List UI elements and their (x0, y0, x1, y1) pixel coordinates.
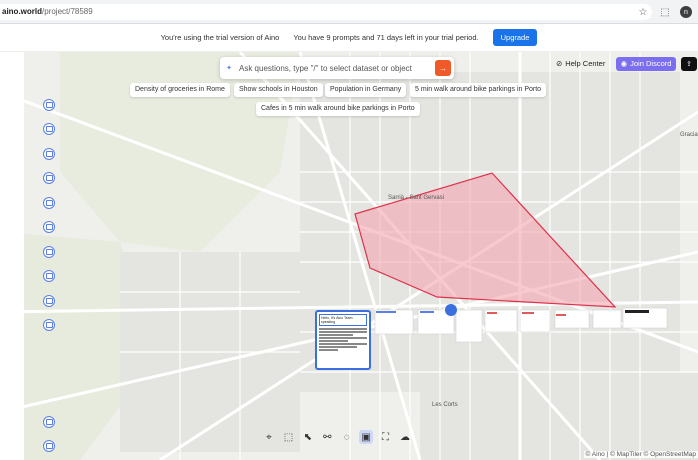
bookmark-star-icon[interactable]: ☆ (636, 5, 650, 19)
layer-icon[interactable] (43, 295, 55, 307)
cloud-upload-icon[interactable]: ☁ (398, 430, 412, 444)
submit-arrow-button[interactable]: → (435, 60, 451, 76)
layer-icon[interactable] (43, 440, 55, 452)
layer-icon[interactable] (43, 416, 55, 428)
help-center-label: Help Center (565, 59, 606, 68)
map-label-gracia: Gracia (680, 132, 698, 138)
suggestion-chip[interactable]: Population in Germany (325, 83, 407, 97)
layer-icon[interactable] (43, 148, 55, 160)
rectangle-tool-icon[interactable]: ⬚ (281, 430, 295, 444)
url-path: /project/78589 (42, 7, 93, 16)
upgrade-button[interactable]: Upgrade (492, 29, 538, 46)
browser-address-bar: aino.world/project/78589 ☆ ⬚ n (0, 0, 698, 24)
url-host: aino.world (2, 7, 42, 16)
route-icon[interactable]: ⚯ (320, 430, 334, 444)
trial-text: You're using the trial version of Aino (160, 33, 280, 42)
aino-team-note[interactable]: Hello, It's Aino Team speaking (315, 310, 371, 370)
join-discord-label: Join Discord (630, 59, 672, 68)
layer-icon[interactable] (43, 221, 55, 233)
pin-icon[interactable]: ⌖ (262, 430, 276, 444)
drawing-toolbar: ⌖ ⬚ ⬉ ⚯ ◌ ▣ ⛶ ☁ (262, 428, 412, 446)
suggestion-chip[interactable]: Show schools in Houston (234, 83, 323, 97)
layer-icon[interactable] (43, 172, 55, 184)
lasso-icon[interactable]: ⛶ (379, 430, 393, 444)
discord-icon: ◉ (620, 59, 628, 68)
url-field[interactable]: aino.world/project/78589 (0, 4, 652, 20)
suggestion-chip[interactable]: Density of groceries in Rome (130, 83, 230, 97)
chat-icon[interactable]: ◌ (340, 430, 354, 444)
join-discord-button[interactable]: ◉ Join Discord (616, 57, 676, 71)
export-icon[interactable]: ⇪ (681, 57, 697, 71)
layer-icon[interactable] (43, 319, 55, 331)
ask-search-bar[interactable]: ✦ → (220, 57, 454, 79)
layer-icon[interactable] (43, 123, 55, 135)
sparkle-icon: ✦ (226, 65, 232, 72)
layer-icon[interactable] (43, 270, 55, 282)
left-rail (0, 52, 24, 460)
extensions-icon[interactable]: ⬚ (658, 5, 672, 19)
note-header: Hello, It's Aino Team speaking (319, 314, 367, 326)
suggestion-chip[interactable]: Cafes in 5 min walk around bike parkings… (256, 102, 420, 116)
note-tool-icon[interactable]: ▣ (359, 430, 374, 444)
trial-banner: You're using the trial version of Aino Y… (0, 24, 698, 52)
search-input[interactable] (236, 63, 435, 73)
help-center-button[interactable]: ⊘ Help Center (556, 57, 605, 71)
map-label-les-corts: Les Corts (432, 402, 458, 408)
suggestion-chip[interactable]: 5 min walk around bike parkings in Porto (410, 83, 547, 97)
map-attribution[interactable]: © Aino | © MapTiler © OpenStreetMap (583, 451, 698, 458)
help-icon: ⊘ (556, 59, 563, 68)
profile-avatar[interactable]: n (680, 6, 692, 18)
trial-prompts-text: You have 9 prompts and 71 days left in y… (293, 33, 479, 42)
map-label-sant-gervasi: Sarrià - Sant Gervasi (388, 195, 445, 201)
layer-icon[interactable] (43, 246, 55, 258)
pointer-select-icon[interactable]: ⬉ (301, 430, 315, 444)
layer-icon[interactable] (43, 197, 55, 209)
layer-icon[interactable] (43, 99, 55, 111)
